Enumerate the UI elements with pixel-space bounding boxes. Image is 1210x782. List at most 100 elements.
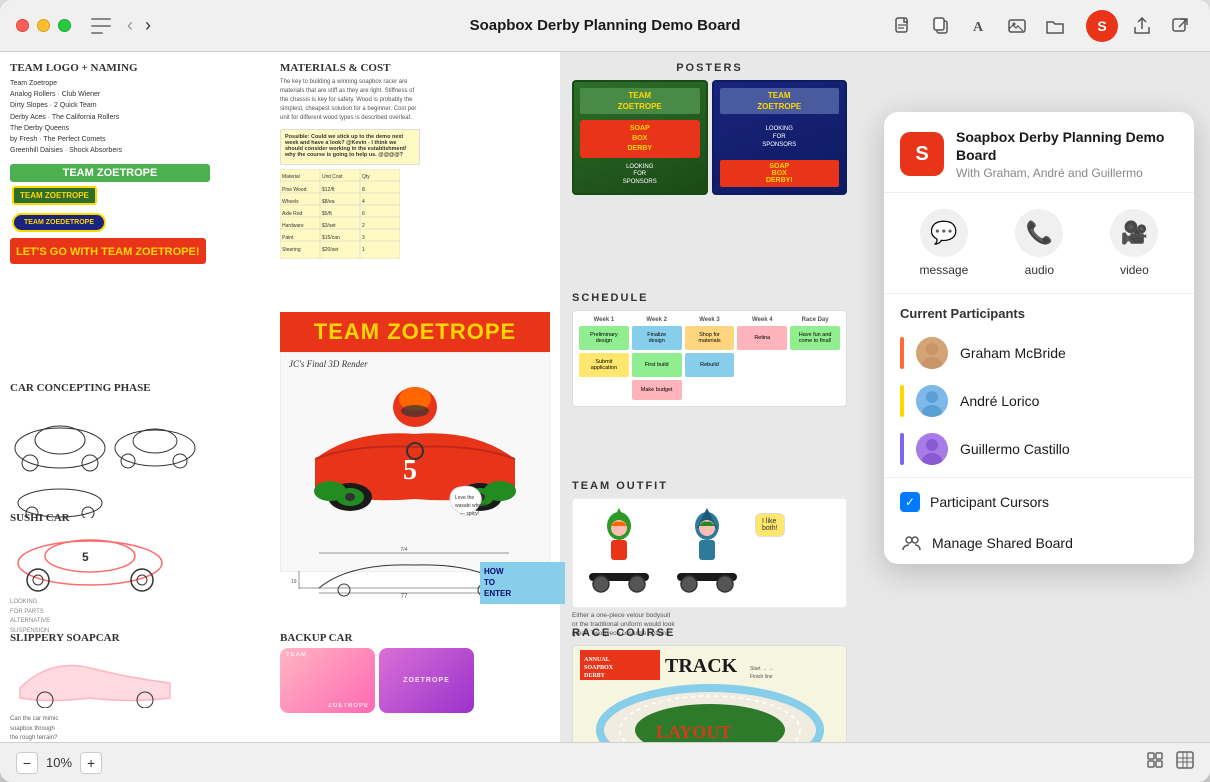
participant-cursors-checkbox[interactable]: ✓	[900, 492, 920, 512]
svg-text:4: 4	[362, 199, 365, 205]
svg-text:$3/set: $3/set	[322, 223, 336, 229]
video-action[interactable]: 🎥 video	[1110, 209, 1158, 277]
car-concepting-heading: CAR CONCEPTING PHASE	[10, 382, 210, 394]
svg-text:Wheels: Wheels	[282, 199, 299, 205]
participant-andre: André Lorico	[884, 377, 1194, 425]
image-icon[interactable]	[1006, 15, 1028, 37]
guillermo-avatar	[916, 433, 948, 465]
svg-text:Love the: Love the	[455, 495, 474, 501]
sidebar-toggle[interactable]	[91, 18, 111, 34]
divider	[884, 477, 1194, 478]
svg-text:Unit Cost: Unit Cost	[322, 174, 343, 180]
titlebar: ‹ › Soapbox Derby Planning Demo Board	[0, 0, 1210, 52]
svg-text:2: 2	[362, 223, 365, 229]
schedule-label: SCHEDULE	[572, 292, 847, 304]
backup-car-section: BACKUP CAR TEAM ZOETROPE ZOETROPE	[280, 632, 550, 713]
materials-section: MATERIALS & COST The key to building a w…	[280, 62, 550, 264]
toolbar-icons: A	[892, 15, 1066, 37]
svg-text:3: 3	[362, 235, 365, 241]
zoom-level: 10%	[46, 755, 72, 770]
big-team-banner: TEAM ZOETROPE	[280, 312, 550, 352]
zoom-out-button[interactable]: −	[16, 752, 38, 774]
svg-text:7/4: 7/4	[401, 547, 408, 553]
svg-text:$8/ea: $8/ea	[322, 199, 335, 205]
svg-text:Paint: Paint	[282, 235, 294, 241]
app-icon[interactable]: S	[1086, 10, 1118, 42]
car-concepting-section: CAR CONCEPTING PHASE	[10, 382, 210, 523]
svg-text:$5/ft: $5/ft	[322, 211, 332, 217]
message-icon: 💬	[920, 209, 968, 257]
video-label: video	[1120, 263, 1149, 277]
graham-name: Graham McBride	[960, 345, 1066, 361]
slippery-section: SLIPPERY SOAPCAR Can the car mimicsoapbo…	[10, 632, 210, 742]
board-left: TEAM LOGO + NAMING Team Zoetrope Analog …	[0, 52, 560, 742]
collab-board-title: Soapbox Derby Planning Demo Board	[956, 128, 1178, 164]
collab-board-subtitle: With Graham, André and Guillermo	[956, 166, 1178, 180]
guillermo-bar	[900, 433, 904, 465]
race-course-label: RACE COURSE	[572, 627, 847, 639]
audio-icon: 📞	[1015, 209, 1063, 257]
big-team-text: TEAM ZOETROPE	[314, 319, 516, 345]
backup-car-heading: BACKUP CAR	[280, 632, 550, 644]
slippery-heading: SLIPPERY SOAPCAR	[10, 632, 210, 644]
participant-guillermo: Guillermo Castillo	[884, 425, 1194, 473]
maximize-button[interactable]	[58, 19, 71, 32]
svg-text:— spicy!: — spicy!	[460, 511, 479, 517]
collab-panel: S Soapbox Derby Planning Demo Board With…	[884, 112, 1194, 564]
collab-header: S Soapbox Derby Planning Demo Board With…	[884, 112, 1194, 193]
svg-text:$15/can: $15/can	[322, 235, 340, 241]
external-link-button[interactable]	[1166, 12, 1194, 40]
materials-heading: MATERIALS & COST	[280, 62, 550, 74]
zoom-in-button[interactable]: +	[80, 752, 102, 774]
participant-cursors-label: Participant Cursors	[930, 494, 1049, 510]
svg-text:6: 6	[362, 211, 365, 217]
participant-cursors-option[interactable]: ✓ Participant Cursors	[884, 482, 1194, 522]
collab-app-icon: S	[900, 132, 944, 176]
svg-text:A: A	[973, 20, 984, 35]
sushi-car-section: SUSHI CAR 5 LOOKINGFOR PARTSALTERNATIVES…	[10, 512, 210, 636]
manage-shared-board-option[interactable]: Manage Shared Board	[884, 522, 1194, 564]
collab-actions: 💬 message 📞 audio 🎥 video	[884, 193, 1194, 294]
bottom-right-icons	[1146, 751, 1194, 774]
team-logo-heading: TEAM LOGO + NAMING	[10, 62, 210, 74]
svg-text:1: 1	[362, 247, 365, 253]
message-label: message	[920, 263, 969, 277]
fit-to-screen-icon[interactable]	[1146, 751, 1164, 774]
back-button[interactable]: ‹	[123, 13, 137, 38]
svg-text:5: 5	[82, 550, 89, 564]
svg-text:8: 8	[362, 187, 365, 193]
schedule-section: SCHEDULE Week 1 Week 2 Week 3 Week 4 Rac…	[572, 292, 847, 407]
video-icon: 🎥	[1110, 209, 1158, 257]
canvas-area[interactable]: TEAM LOGO + NAMING Team Zoetrope Analog …	[0, 52, 1210, 742]
svg-text:Hardware: Hardware	[282, 223, 304, 229]
minimize-button[interactable]	[37, 19, 50, 32]
svg-text:19: 19	[291, 579, 297, 585]
posters-section: POSTERS TEAMZOETROPE SOAPBOXDERBY LOOKIN…	[572, 62, 847, 195]
collab-title-area: Soapbox Derby Planning Demo Board With G…	[956, 128, 1178, 180]
svg-text:TRACK: TRACK	[665, 655, 738, 677]
grid-icon[interactable]	[1176, 751, 1194, 774]
text-icon[interactable]: A	[968, 15, 990, 37]
svg-text:77: 77	[401, 594, 408, 598]
svg-text:Steering: Steering	[282, 247, 301, 253]
audio-action[interactable]: 📞 audio	[1015, 209, 1063, 277]
svg-text:Finish line: Finish line	[750, 674, 773, 680]
message-action[interactable]: 💬 message	[920, 209, 969, 277]
how-to-enter-section: HOWTOENTER	[480, 562, 565, 604]
race-course-section: RACE COURSE ANNUAL SOAPBOX DERBY TRACK	[572, 627, 847, 742]
traffic-lights	[16, 19, 71, 32]
zoom-control: − 10% +	[16, 752, 102, 774]
folder-icon[interactable]	[1044, 15, 1066, 37]
graham-avatar	[916, 337, 948, 369]
participant-graham: Graham McBride	[884, 329, 1194, 377]
svg-text:Axle Rod: Axle Rod	[282, 211, 303, 217]
share-button[interactable]	[1128, 12, 1156, 40]
close-button[interactable]	[16, 19, 29, 32]
svg-text:ANNUAL: ANNUAL	[584, 657, 610, 663]
svg-text:DERBY: DERBY	[584, 673, 606, 679]
document-icon[interactable]	[892, 15, 914, 37]
copy-icon[interactable]	[930, 15, 952, 37]
svg-text:Start → →: Start → →	[750, 666, 773, 672]
forward-button[interactable]: ›	[141, 13, 155, 38]
right-icons: S	[1086, 10, 1194, 42]
